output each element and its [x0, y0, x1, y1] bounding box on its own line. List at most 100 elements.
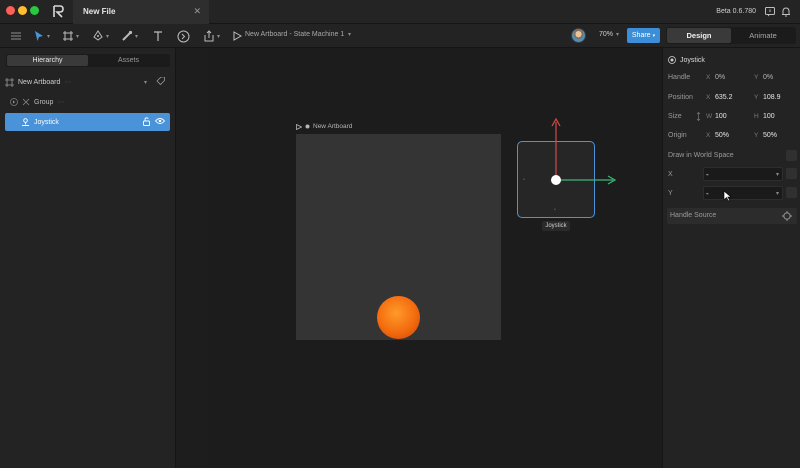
tree-item-group[interactable]: Group ⋯ — [5, 93, 170, 111]
tab-design[interactable]: Design — [667, 28, 731, 43]
size-label: Size — [668, 113, 682, 120]
hierarchy-panel: Hierarchy Assets New Artboard ⋯ ▾ Group … — [0, 48, 176, 468]
notifications-icon[interactable] — [780, 6, 792, 18]
select-tool[interactable]: ▾ — [33, 29, 50, 43]
text-tool[interactable] — [152, 29, 164, 43]
export-icon — [204, 30, 214, 42]
position-y-field[interactable]: 108.9 — [763, 94, 781, 101]
artboard-title[interactable]: New Artboard — [296, 123, 352, 130]
artboard-tool[interactable]: ▾ — [62, 29, 79, 43]
hamburger-menu-icon — [11, 32, 21, 40]
x-target-label: X — [668, 171, 673, 178]
tree-item-label: New Artboard — [18, 78, 61, 86]
tab-assets[interactable]: Assets — [88, 55, 169, 66]
mouse-cursor-icon — [723, 190, 732, 202]
position-x-field[interactable]: 635.2 — [715, 94, 733, 101]
chevron-down-icon: ▾ — [135, 33, 139, 40]
target-icon[interactable] — [782, 211, 792, 221]
tree-item-artboard[interactable]: New Artboard ⋯ ▾ — [5, 73, 170, 91]
y-target-toggle[interactable] — [786, 187, 797, 198]
share-button[interactable]: Share ▾ — [627, 28, 660, 43]
size-w-field[interactable]: 100 — [715, 113, 727, 120]
transform-gizmo[interactable] — [538, 116, 618, 191]
rive-logo-icon[interactable] — [52, 5, 64, 18]
tab-hierarchy[interactable]: Hierarchy — [7, 55, 88, 66]
joystick-icon — [21, 117, 30, 127]
chevron-down-icon: ▾ — [616, 32, 620, 38]
y-target-value: - — [706, 189, 709, 198]
handle-y-field[interactable]: 0% — [763, 74, 773, 81]
chevron-down-icon: ▾ — [217, 33, 221, 40]
version-label: Beta 0.6.780 — [716, 8, 756, 15]
position-y-axis: Y — [754, 94, 759, 101]
event-tool[interactable] — [177, 29, 190, 43]
y-target-select[interactable]: - ▾ — [703, 186, 783, 200]
mode-switch: Design Animate — [666, 27, 796, 44]
bone-tool[interactable]: ▾ — [121, 29, 138, 43]
artboard[interactable] — [296, 134, 501, 340]
unlock-icon[interactable] — [142, 116, 151, 128]
share-button-label: Share — [631, 32, 651, 39]
chevron-down-icon: ▾ — [47, 33, 51, 40]
chevron-down-icon[interactable]: ▾ — [144, 79, 147, 86]
ball-shape[interactable] — [377, 296, 420, 339]
chevron-right-icon[interactable] — [10, 98, 18, 106]
origin-label: Origin — [668, 132, 687, 139]
artboard-icon — [5, 77, 14, 87]
chevron-down-icon: ▾ — [652, 32, 656, 39]
tag-icon[interactable] — [156, 76, 165, 88]
pen-tool[interactable]: ▾ — [92, 29, 109, 43]
menu-button[interactable] — [10, 29, 22, 43]
handle-source-row[interactable]: Handle Source — [667, 208, 797, 224]
state-machine-selector[interactable]: New Artboard - State Machine 1 — [245, 31, 344, 38]
size-h-field[interactable]: 100 — [763, 113, 775, 120]
export-tool[interactable]: ▾ — [203, 29, 220, 43]
zoom-level[interactable]: 70% — [599, 31, 613, 38]
frame-icon — [63, 31, 73, 41]
inspector-panel: Joystick Handle X 0% Y 0% Position X 635… — [662, 48, 800, 468]
tree-item-label: Joystick — [34, 118, 59, 126]
position-label: Position — [668, 94, 693, 101]
joystick-icon — [668, 56, 676, 64]
avatar[interactable] — [571, 28, 586, 43]
position-x-axis: X — [706, 94, 711, 101]
play-button[interactable] — [232, 29, 242, 43]
left-panel-tabs: Hierarchy Assets — [6, 54, 170, 67]
canvas[interactable]: New Artboard • • Joystick — [208, 48, 662, 468]
tree-item-label: Group — [34, 98, 54, 106]
inspector-title: Joystick — [668, 56, 705, 64]
feedback-icon[interactable] — [764, 6, 776, 18]
draw-world-label: Draw in World Space — [668, 152, 734, 159]
chevron-down-icon: ▾ — [348, 32, 352, 38]
close-window-button[interactable] — [6, 6, 15, 15]
handle-y-axis: Y — [754, 74, 759, 81]
x-target-toggle[interactable] — [786, 168, 797, 179]
tree-item-joystick[interactable]: Joystick — [5, 113, 170, 131]
dots-icon: ⋯ — [64, 79, 72, 86]
handle-x-axis: X — [706, 74, 711, 81]
size-w-axis: W — [706, 113, 713, 120]
file-tab[interactable]: New File ✕ — [73, 0, 209, 24]
pointer-icon — [35, 31, 43, 41]
eye-icon[interactable] — [154, 117, 166, 127]
artboard-name: New Artboard — [313, 123, 353, 130]
tab-animate[interactable]: Animate — [731, 28, 795, 43]
link-icon[interactable] — [696, 112, 701, 123]
dots-icon: ⋯ — [57, 99, 65, 106]
panel-divider — [176, 48, 208, 468]
draw-world-checkbox[interactable] — [786, 150, 797, 161]
group-icon — [22, 98, 30, 106]
origin-y-field[interactable]: 50% — [763, 132, 777, 139]
title-bar: New File ✕ Beta 0.6.780 — [0, 0, 800, 24]
x-target-select[interactable]: - ▾ — [703, 167, 783, 181]
x-target-value: - — [706, 170, 709, 179]
origin-x-field[interactable]: 50% — [715, 132, 729, 139]
zoom-window-button[interactable] — [30, 6, 39, 15]
size-h-axis: H — [754, 113, 759, 120]
bone-icon — [122, 30, 133, 41]
minimize-window-button[interactable] — [18, 6, 27, 15]
handle-x-field[interactable]: 0% — [715, 74, 725, 81]
bottom-dot-icon: • — [554, 207, 556, 213]
play-icon[interactable] — [296, 123, 302, 130]
close-tab-icon[interactable]: ✕ — [193, 6, 201, 17]
